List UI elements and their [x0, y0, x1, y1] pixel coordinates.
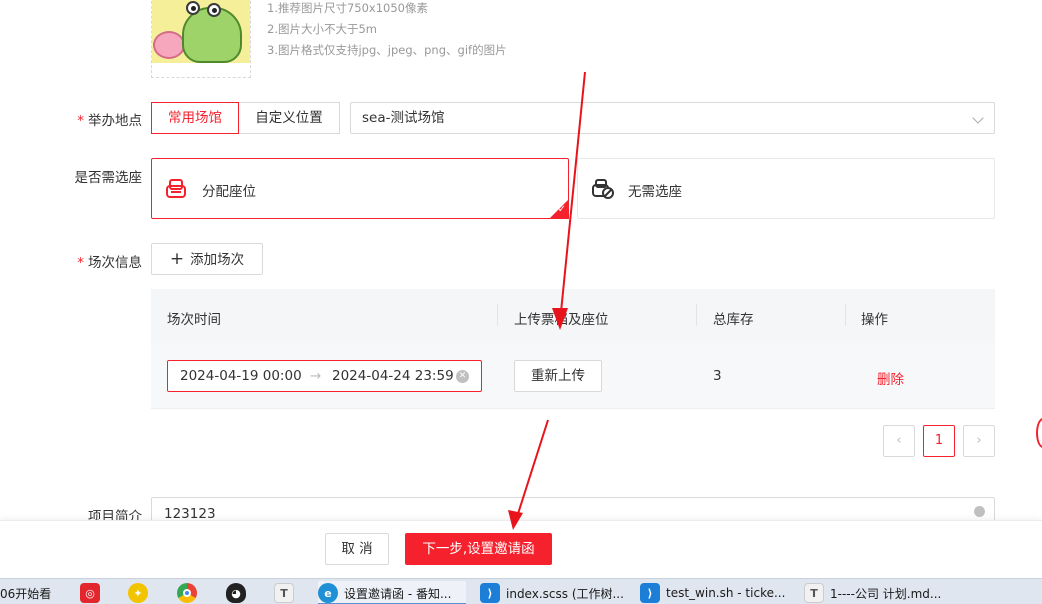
poster-thumbnail[interactable]	[151, 0, 251, 78]
taskbar-item-vscode[interactable]: ⟩ index.scss (工作树...	[480, 581, 628, 604]
frog-eye	[186, 1, 200, 15]
taskbar-label: index.scss (工作树...	[506, 586, 624, 601]
add-session-label: 添加场次	[190, 252, 245, 268]
taskbar-label: 1----公司 计划.md...	[830, 586, 942, 601]
required-mark: *	[77, 113, 84, 129]
taskbar-label: 06开始看	[0, 586, 52, 601]
session-date-range-picker[interactable]: 2024-04-19 00:00 → 2024-04-24 23:59 ✕	[167, 360, 482, 392]
taskbar-item[interactable]: 06开始看	[0, 581, 60, 604]
seat-option-assign-label: 分配座位	[202, 184, 256, 200]
venue-select-value: sea-测试场馆	[362, 110, 445, 126]
column-divider	[696, 304, 697, 326]
armchair-icon	[166, 179, 186, 198]
netease-music-icon: ◎	[80, 583, 100, 603]
poster-tip: 3.图片格式仅支持jpg、jpeg、png、gif的图片	[267, 43, 507, 57]
taskbar-item-edge[interactable]: e 设置邀请函 - 番知...	[318, 581, 466, 604]
clear-icon[interactable]	[974, 506, 985, 517]
venue-select[interactable]: sea-测试场馆	[350, 102, 995, 134]
tab-custom-location[interactable]: 自定义位置	[239, 102, 340, 134]
no-seat-icon	[592, 179, 614, 199]
pagination-next[interactable]: ›	[963, 425, 995, 457]
column-divider	[497, 304, 498, 326]
qq-icon: ◕	[226, 583, 246, 603]
taskbar-label: 设置邀请函 - 番知...	[344, 586, 452, 601]
next-step-button[interactable]: 下一步,设置邀请函	[405, 533, 552, 565]
taskbar-item-typora[interactable]: T 1----公司 计划.md...	[804, 581, 954, 604]
venue-label-text: 举办地点	[88, 113, 142, 129]
vscode-icon: ⟩	[480, 583, 500, 603]
seat-option-none[interactable]: 无需选座	[577, 158, 995, 219]
sessions-label: * 场次信息	[52, 251, 142, 271]
column-header: 操作	[861, 312, 888, 328]
cancel-button[interactable]: 取 消	[325, 533, 389, 565]
taskbar-item[interactable]: ◎	[80, 581, 104, 604]
plus-icon: +	[169, 249, 185, 269]
action-bar: 取 消 下一步,设置邀请函	[0, 520, 1042, 578]
sessions-table-header: 场次时间 上传票档及座位 总库存 操作	[151, 289, 995, 343]
typora-icon: T	[804, 583, 824, 603]
taskbar: 06开始看 ◎ ✦ ◕ T e 设置邀请函 - 番知... ⟩ index.sc…	[0, 578, 1042, 604]
app-icon: ✦	[128, 583, 148, 603]
delete-link[interactable]: 删除	[877, 368, 904, 388]
taskbar-item[interactable]: ◕	[226, 581, 250, 604]
poster-tip: 1.推荐图片尺寸750x1050像素	[267, 1, 428, 15]
range-end: 2024-04-24 23:59	[332, 368, 454, 384]
tab-common-venue[interactable]: 常用场馆	[151, 102, 239, 134]
seat-option-assign[interactable]: 分配座位 ✓	[151, 158, 569, 219]
pagination-page[interactable]: 1	[923, 425, 955, 457]
pig-illustration	[153, 31, 185, 59]
reupload-button[interactable]: 重新上传	[514, 360, 602, 392]
poster-tip: 2.图片大小不大于5m	[267, 22, 377, 36]
chrome-icon	[177, 583, 197, 603]
taskbar-item[interactable]: T	[274, 581, 298, 604]
range-start: 2024-04-19 00:00	[180, 368, 302, 384]
clear-icon[interactable]: ✕	[456, 370, 469, 383]
column-header: 场次时间	[167, 312, 221, 328]
stock-value: 3	[713, 368, 722, 384]
chevron-down-icon	[972, 112, 984, 124]
arrow-right-icon: →	[310, 368, 322, 384]
required-mark: *	[77, 255, 84, 271]
taskbar-item[interactable]	[177, 581, 201, 604]
seat-option-none-label: 无需选座	[628, 184, 682, 200]
column-header: 上传票档及座位	[514, 312, 609, 328]
floating-edge-widget[interactable]	[1036, 418, 1042, 448]
frog-eye	[207, 3, 221, 17]
seat-select-label: 是否需选座	[74, 170, 143, 186]
typora-icon: T	[274, 583, 294, 603]
vscode-icon: ⟩	[640, 583, 660, 603]
sessions-label-text: 场次信息	[88, 255, 142, 271]
edge-icon: e	[318, 583, 338, 603]
column-header: 总库存	[713, 312, 754, 328]
check-icon: ✓	[557, 204, 566, 215]
add-session-button[interactable]: + 添加场次	[151, 243, 263, 275]
table-row: 2024-04-19 00:00 → 2024-04-24 23:59 ✕ 重新…	[151, 343, 995, 409]
taskbar-item-vscode[interactable]: ⟩ test_win.sh - ticke...	[640, 581, 788, 604]
venue-label: * 举办地点	[52, 109, 142, 129]
taskbar-label: test_win.sh - ticke...	[666, 586, 786, 600]
pagination-prev[interactable]: ‹	[883, 425, 915, 457]
poster-tips: 1.推荐图片尺寸750x1050像素 2.图片大小不大于5m 3.图片格式仅支持…	[267, 0, 507, 61]
column-divider	[845, 304, 846, 326]
taskbar-item[interactable]: ✦	[128, 581, 152, 604]
